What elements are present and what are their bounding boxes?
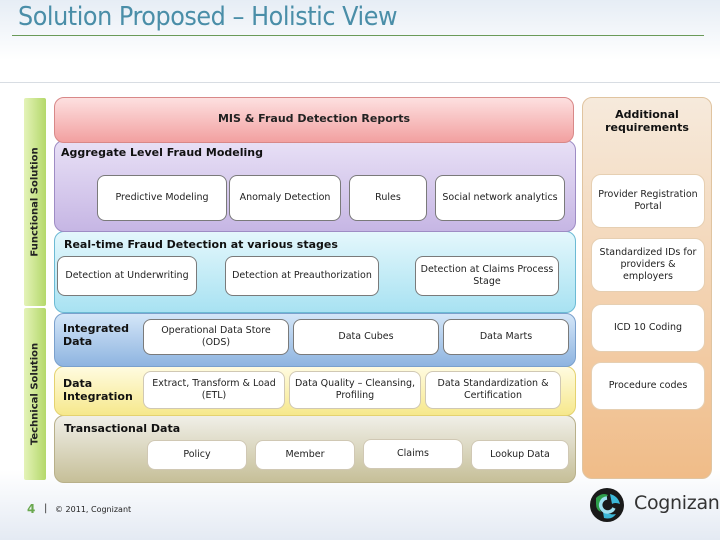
claims-box: Claims [363, 439, 463, 469]
claims-process-box: Detection at Claims Process Stage [415, 256, 559, 296]
functional-solution-label: Functional Solution [29, 147, 41, 257]
data-cubes-box: Data Cubes [293, 319, 439, 355]
anomaly-detection-box: Anomaly Detection [229, 175, 341, 221]
aggregate-modeling-heading: Aggregate Level Fraud Modeling [61, 146, 263, 159]
page-number: 4 [27, 502, 36, 516]
social-network-box: Social network analytics [435, 175, 565, 221]
data-integration-band: Data Integration Extract, Transform & Lo… [54, 366, 576, 416]
title-underline [12, 35, 704, 36]
functional-solution-tab: Functional Solution [24, 98, 46, 306]
footer-separator: | [44, 503, 48, 514]
data-integration-heading: Data Integration [63, 377, 133, 403]
header-divider [0, 82, 720, 83]
additional-requirements-panel: Additional requirements Provider Registr… [582, 97, 712, 479]
integrated-data-heading: Integrated Data [63, 322, 135, 348]
predictive-modeling-box: Predictive Modeling [97, 175, 227, 221]
lookup-data-box: Lookup Data [471, 440, 569, 470]
data-marts-box: Data Marts [443, 319, 569, 355]
slide-title: Solution Proposed – Holistic View [18, 2, 398, 32]
member-box: Member [255, 440, 355, 470]
data-standardization-box: Data Standardization & Certification [425, 371, 561, 409]
additional-requirements-title: Additional requirements [583, 108, 711, 134]
mis-reports-band: MIS & Fraud Detection Reports [54, 97, 574, 143]
underwriting-box: Detection at Underwriting [57, 256, 197, 296]
integrated-data-heading-line: Integrated Data [63, 322, 129, 348]
icd10-coding-box: ICD 10 Coding [591, 304, 705, 352]
transactional-data-band: Transactional Data Policy Member Claims … [54, 415, 576, 483]
cognizant-globe-icon [590, 488, 624, 522]
cognizant-logo: Cognizant [588, 484, 720, 528]
etl-box: Extract, Transform & Load (ETL) [143, 371, 285, 409]
aggregate-modeling-band: Aggregate Level Fraud Modeling Predictiv… [54, 140, 576, 232]
policy-box: Policy [147, 440, 247, 470]
cognizant-wordmark: Cognizant [634, 492, 720, 514]
additional-requirements-title-text: Additional requirements [605, 108, 689, 134]
technical-solution-tab: Technical Solution [24, 308, 46, 480]
data-quality-box: Data Quality – Cleansing, Profiling [289, 371, 421, 409]
copyright-text: © 2011, Cognizant [55, 505, 132, 514]
realtime-detection-band: Real-time Fraud Detection at various sta… [54, 231, 576, 313]
provider-portal-box: Provider Registration Portal [591, 174, 705, 228]
mis-reports-title: MIS & Fraud Detection Reports [217, 112, 411, 125]
procedure-codes-box: Procedure codes [591, 362, 705, 410]
ods-box: Operational Data Store (ODS) [143, 319, 289, 355]
realtime-detection-heading: Real-time Fraud Detection at various sta… [64, 238, 338, 251]
integrated-data-band: Integrated Data Operational Data Store (… [54, 313, 576, 367]
preauthorization-box: Detection at Preauthorization [225, 256, 379, 296]
technical-solution-label: Technical Solution [29, 342, 41, 446]
standardized-ids-box: Standardized IDs for providers & employe… [591, 238, 705, 292]
rules-box: Rules [349, 175, 427, 221]
data-integration-heading-line: Data Integration [63, 377, 133, 403]
transactional-data-heading: Transactional Data [64, 422, 181, 435]
